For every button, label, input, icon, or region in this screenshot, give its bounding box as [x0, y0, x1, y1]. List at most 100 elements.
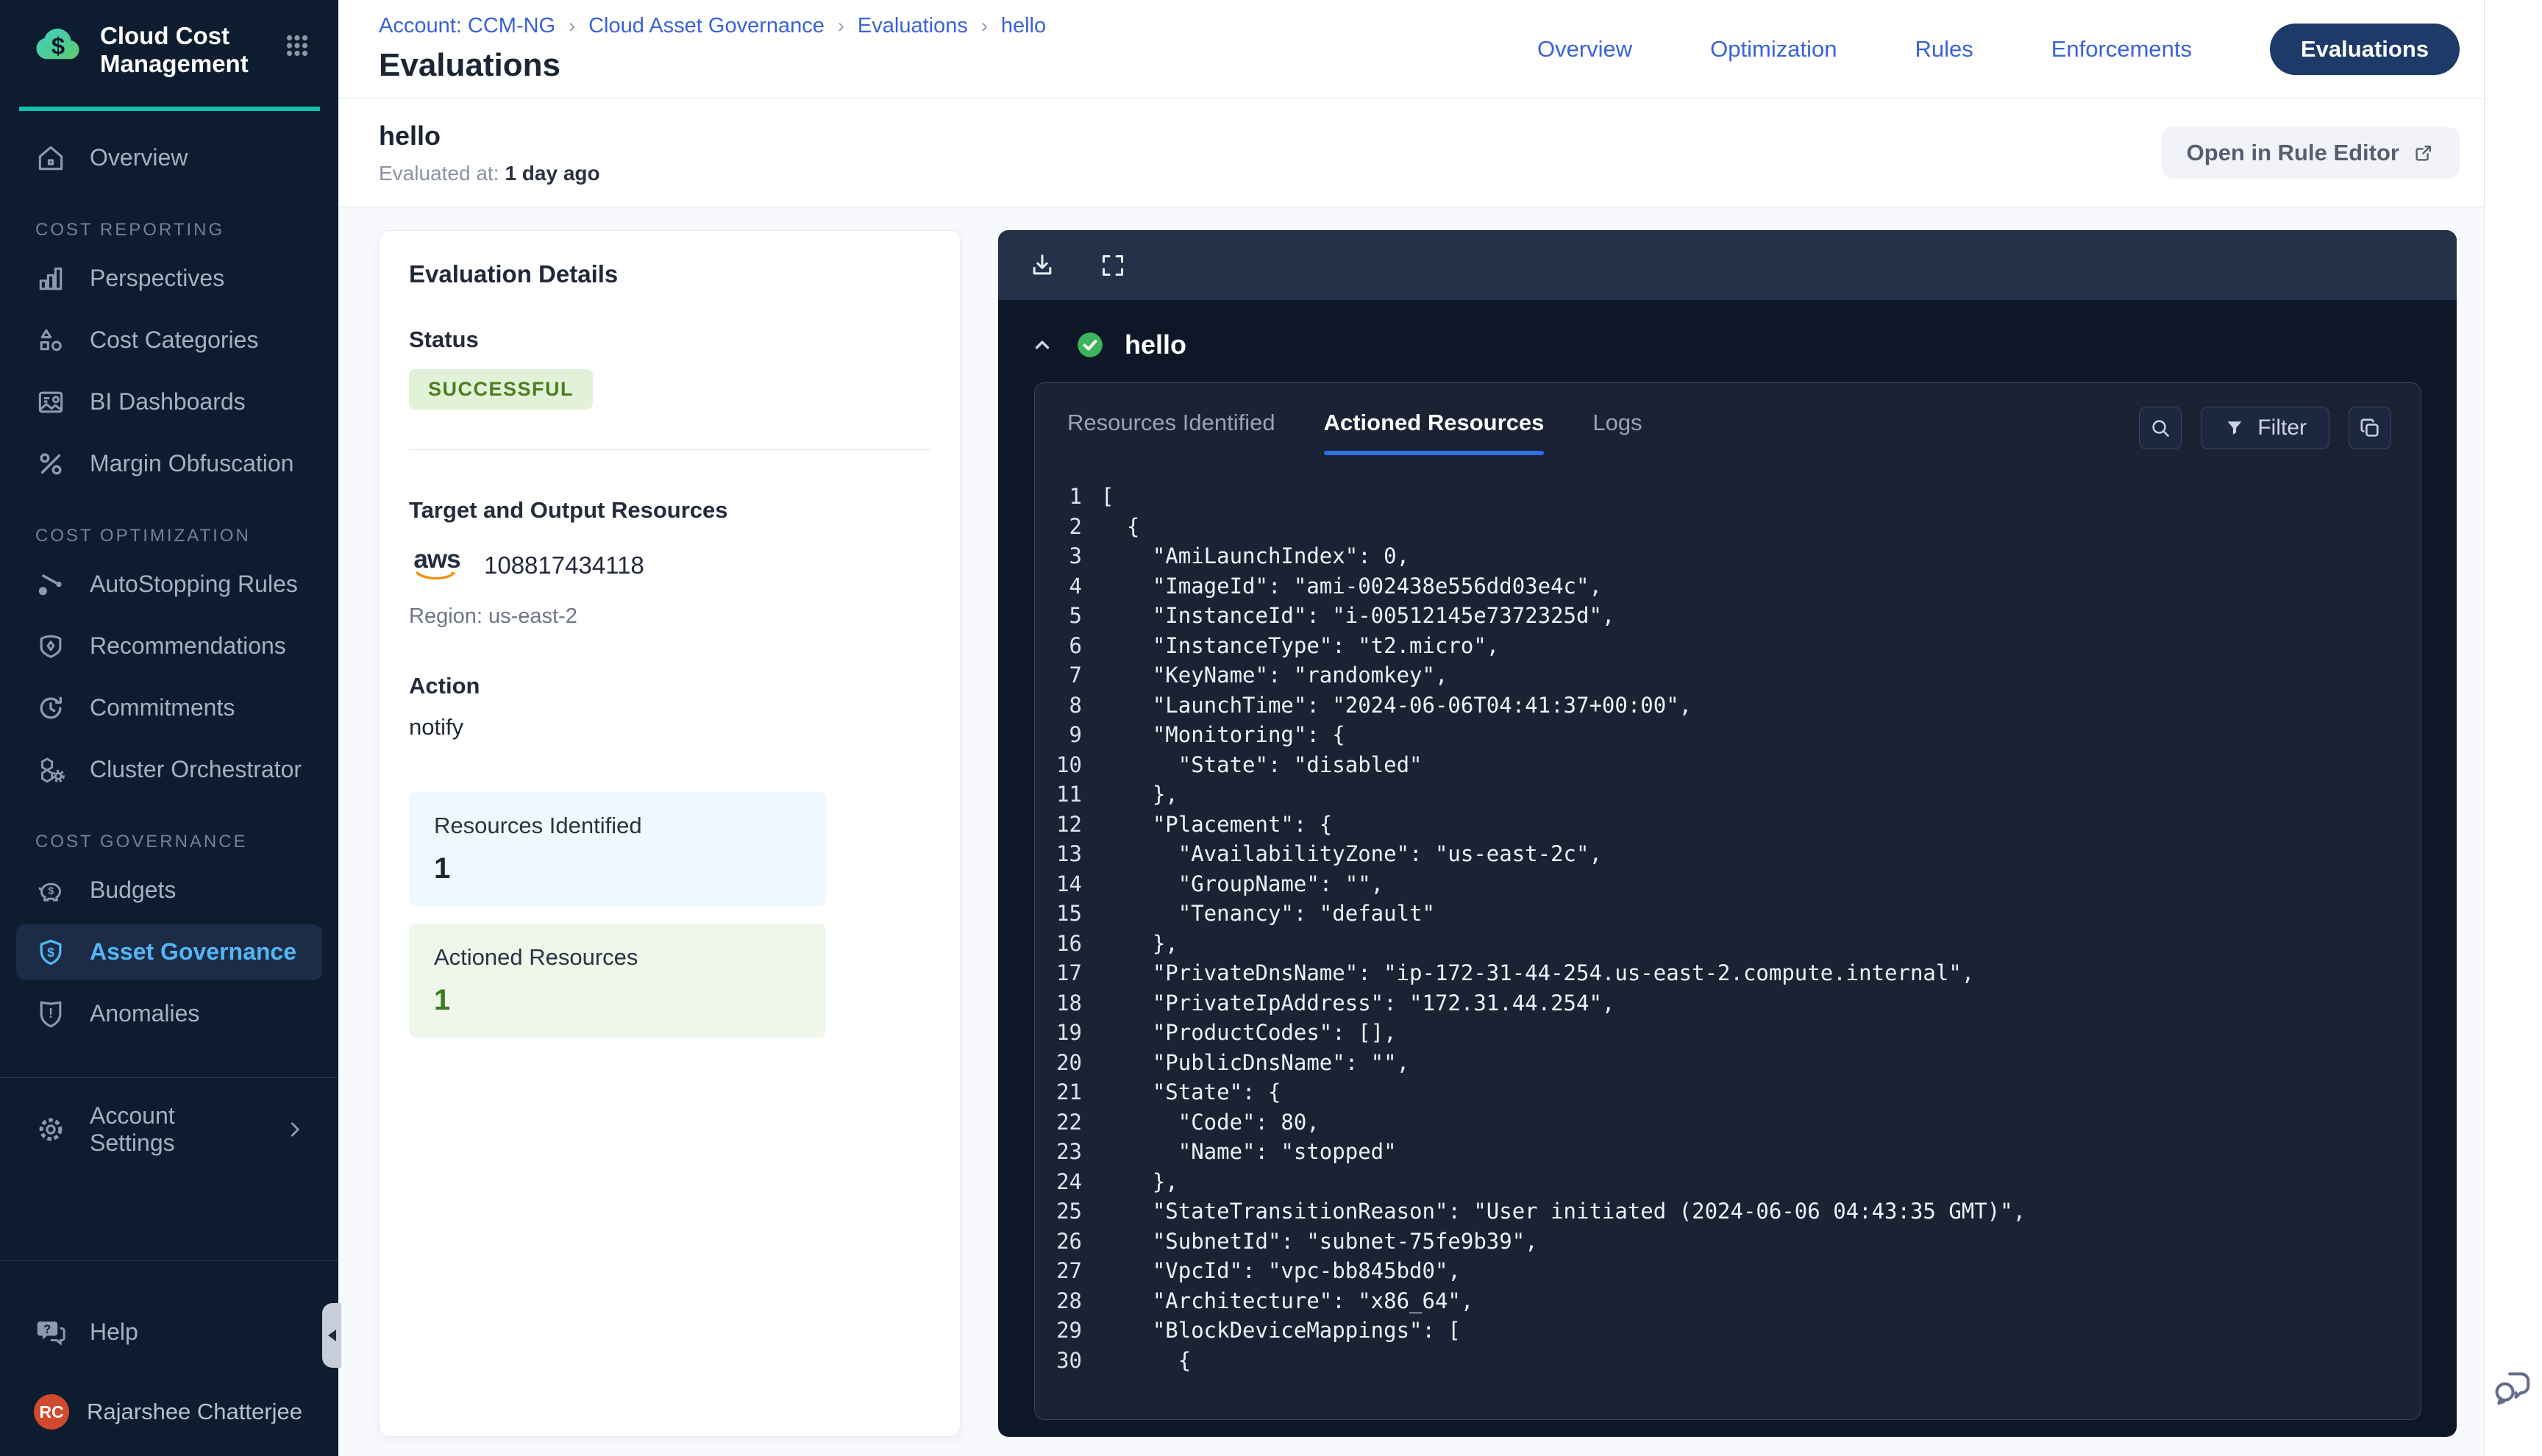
search-button[interactable] [2139, 407, 2182, 449]
sidebar-item-perspectives[interactable]: Perspectives [0, 248, 338, 310]
evaluated-at-label: Evaluated at: [379, 162, 499, 185]
open-in-rule-editor-button[interactable]: Open in Rule Editor [2162, 127, 2460, 179]
svg-text:$: $ [51, 32, 65, 59]
commitments-icon [34, 691, 68, 725]
line-content: "Tenancy": "default" [1082, 899, 1435, 929]
line-content: "Name": "stopped" [1082, 1137, 1397, 1167]
sidebar-item-margin-obfuscation[interactable]: Margin Obfuscation [0, 433, 338, 495]
page-header: Account: CCM-NG›Cloud Asset Governance›E… [338, 0, 2542, 99]
code-line: 13 "AvailabilityZone": "us-east-2c", [1035, 839, 2421, 869]
search-icon [2148, 415, 2173, 440]
code-line: 29 "BlockDeviceMappings": [ [1035, 1316, 2421, 1346]
tab-resources-identified[interactable]: Resources Identified [1067, 410, 1275, 455]
sidebar-item-commitments[interactable]: Commitments [0, 677, 338, 739]
evaluation-title: hello [379, 121, 600, 151]
sidebar-item-label: Commitments [90, 694, 235, 721]
breadcrumb-link-account-ccm-ng[interactable]: Account: CCM-NG [379, 14, 555, 38]
code-line: 22 "Code": 80, [1035, 1107, 2421, 1138]
viewer-controls: Filter [2139, 407, 2391, 449]
sidebar-item-label: Cost Categories [90, 326, 258, 354]
sidebar-item-help[interactable]: ? Help [0, 1301, 338, 1363]
sidebar-collapse-handle[interactable] [322, 1303, 341, 1368]
sidebar-item-label: Asset Governance [90, 938, 296, 966]
target-resources-label: Target and Output Resources [409, 497, 930, 524]
sidebar-section-cost-reporting: COST REPORTING [0, 220, 338, 240]
line-number: 23 [1035, 1137, 1082, 1167]
sidebar-item-asset-governance[interactable]: $Asset Governance [16, 924, 322, 980]
sidebar-item-cluster-orchestrator[interactable]: Cluster Orchestrator [0, 739, 338, 801]
code-line: 14 "GroupName": "", [1035, 869, 2421, 899]
sidebar-item-account-settings[interactable]: Account Settings [0, 1099, 338, 1160]
module-grid-icon[interactable] [284, 32, 310, 59]
line-number: 29 [1035, 1316, 1082, 1346]
sidebar-item-budgets[interactable]: $Budgets [0, 860, 338, 921]
code-line: 20 "PublicDnsName": "", [1035, 1048, 2421, 1078]
resources-panel: Resources Identified Actioned Resources Lo… [1034, 382, 2421, 1420]
code-line: 19 "ProductCodes": [], [1035, 1018, 2421, 1048]
bi-dashboard-icon [34, 385, 68, 419]
line-number: 18 [1035, 988, 1082, 1018]
breadcrumb-link-evaluations[interactable]: Evaluations [858, 14, 968, 38]
window-scroll-gutter [2484, 0, 2542, 1456]
line-number: 21 [1035, 1077, 1082, 1107]
line-content: { [1082, 1346, 1191, 1376]
sidebar-section-cost-governance: COST GOVERNANCE [0, 832, 338, 852]
line-content: "AvailabilityZone": "us-east-2c", [1082, 839, 1602, 869]
tab-actioned-resources[interactable]: Actioned Resources [1324, 410, 1545, 455]
tab-enforcements[interactable]: Enforcements [2051, 36, 2192, 63]
copy-button[interactable] [2349, 407, 2391, 449]
code-line: 9 "Monitoring": { [1035, 720, 2421, 750]
line-number: 9 [1035, 720, 1082, 750]
evaluation-details-card: Evaluation Details Status SUCCESSFUL Tar… [379, 230, 961, 1437]
download-icon[interactable] [1028, 251, 1057, 280]
line-content: "InstanceId": "i-00512145e7372325d", [1082, 601, 1614, 631]
json-code-viewer[interactable]: 1[2 {3 "AmiLaunchIndex": 0,4 "ImageId": … [1035, 482, 2421, 1375]
line-number: 26 [1035, 1227, 1082, 1257]
sidebar-item-label: AutoStopping Rules [90, 571, 298, 598]
code-line: 15 "Tenancy": "default" [1035, 899, 2421, 929]
tab-overview[interactable]: Overview [1537, 36, 1632, 63]
fullscreen-icon[interactable] [1098, 251, 1128, 280]
sidebar-item-cost-categories[interactable]: Cost Categories [0, 310, 338, 371]
tab-optimization[interactable]: Optimization [1710, 36, 1837, 63]
sidebar-item-bi-dashboards[interactable]: BI Dashboards [0, 371, 338, 433]
external-link-icon [2413, 142, 2435, 164]
sidebar-item-recommendations[interactable]: Recommendations [0, 615, 338, 677]
line-content: "KeyName": "randomkey", [1082, 660, 1448, 690]
sidebar-item-label: Overview [90, 144, 188, 171]
user-menu[interactable]: RC Rajarshee Chatterjee [0, 1381, 338, 1443]
line-content: "PublicDnsName": "", [1082, 1048, 1409, 1078]
chevron-up-icon[interactable] [1029, 332, 1055, 358]
line-content: "Code": 80, [1082, 1107, 1320, 1138]
sidebar-item-label: Help [90, 1318, 138, 1346]
line-content: "LaunchTime": "2024-06-06T04:41:37+00:00… [1082, 690, 1692, 721]
line-number: 6 [1035, 631, 1082, 661]
sidebar-item-autostopping-rules[interactable]: AutoStopping Rules [0, 554, 338, 615]
chevron-right-icon [284, 1118, 306, 1141]
chat-bubbles-icon[interactable] [2492, 1368, 2535, 1413]
line-content: [ [1082, 482, 1114, 512]
line-number: 19 [1035, 1018, 1082, 1048]
sidebar-item-label: Account Settings [90, 1102, 262, 1157]
line-content: "SubnetId": "subnet-75fe9b39", [1082, 1227, 1538, 1257]
breadcrumb-separator: › [981, 15, 988, 38]
filter-button[interactable]: Filter [2201, 407, 2329, 449]
line-content: "AmiLaunchIndex": 0, [1082, 541, 1409, 571]
sidebar-item-overview[interactable]: Overview [0, 127, 338, 189]
line-content: "PrivateIpAddress": "172.31.44.254", [1082, 988, 1614, 1018]
line-content: "PrivateDnsName": "ip-172-31-44-254.us-e… [1082, 958, 1974, 988]
tab-rules[interactable]: Rules [1915, 36, 1973, 63]
line-content: "Monitoring": { [1082, 720, 1345, 750]
sidebar-item-anomalies[interactable]: !Anomalies [0, 983, 338, 1045]
tab-logs[interactable]: Logs [1592, 410, 1642, 455]
actioned-resources-value: 1 [434, 984, 801, 1017]
action-value: notify [409, 714, 930, 741]
actioned-resources-label: Actioned Resources [434, 944, 801, 971]
evaluated-at-value: 1 day ago [505, 162, 599, 185]
breadcrumb-link-hello[interactable]: hello [1001, 14, 1046, 38]
line-number: 24 [1035, 1167, 1082, 1197]
tab-evaluations[interactable]: Evaluations [2270, 24, 2460, 75]
status-badge: SUCCESSFUL [409, 369, 593, 410]
breadcrumb-link-cloud-asset-governance[interactable]: Cloud Asset Governance [588, 14, 825, 38]
line-number: 28 [1035, 1286, 1082, 1316]
